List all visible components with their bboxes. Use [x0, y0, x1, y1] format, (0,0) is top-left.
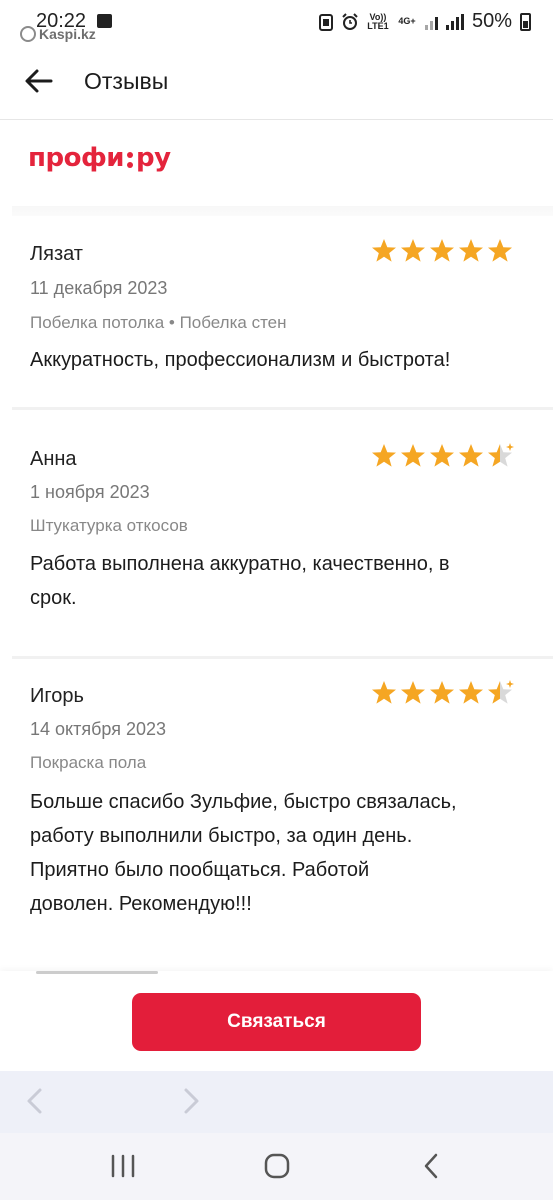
review-author: Лязат	[30, 243, 83, 265]
alarm-icon	[342, 12, 358, 30]
chevron-left-icon	[27, 1088, 42, 1114]
review-author: Игорь	[30, 685, 84, 707]
signal-icon-2	[445, 13, 464, 30]
review-item: Игорь 14 октября 2023 Покраска пола Боль…	[0, 663, 553, 963]
review-date: 11 декабря 2023	[30, 278, 168, 298]
recent-apps-icon	[111, 1154, 135, 1178]
home-button[interactable]	[259, 1151, 295, 1181]
watermark: Kaspi.kz	[20, 26, 96, 42]
review-author: Анна	[30, 448, 77, 470]
system-navigation-bar	[0, 1133, 553, 1200]
app-header: Отзывы	[0, 46, 553, 120]
review-text-line: доволен. Рекомендую!!!	[30, 893, 252, 915]
next-review-peek	[36, 971, 158, 974]
review-item: Лязат 11 декабря 2023 Побелка потолка • …	[0, 221, 553, 391]
review-text-line: Больше спасибо Зульфие, быстро связалась…	[30, 791, 457, 813]
review-divider	[12, 407, 553, 410]
status-indicators: Vo)) LTE1 4G+ 50%	[318, 10, 531, 33]
review-text-line: срок.	[30, 587, 77, 609]
star-full-icon	[430, 444, 454, 467]
star-full-icon	[488, 239, 512, 262]
review-text-line: Приятно было пообщаться. Работой	[30, 859, 370, 881]
star-full-icon	[401, 239, 425, 262]
rating-stars	[370, 442, 515, 470]
star-full-icon	[372, 444, 396, 467]
star-full-icon	[459, 444, 483, 467]
review-divider	[12, 656, 553, 659]
signal-icon	[424, 14, 438, 30]
star-full-icon	[459, 239, 483, 262]
battery-percent: 50%	[471, 10, 512, 32]
rating-stars	[370, 679, 515, 707]
bottom-action-bar: Связаться	[0, 971, 553, 1071]
page-title: Отзывы	[84, 68, 169, 94]
review-text-line: Работа выполнена аккуратно, качественно,…	[30, 553, 450, 575]
gallery-notification-icon	[97, 14, 112, 28]
review-services: Побелка потолка • Побелка стен	[30, 313, 287, 332]
kaspi-logo-icon	[20, 26, 36, 42]
section-divider	[12, 206, 553, 216]
network-type-indicator: 4G+	[398, 16, 416, 26]
volte-indicator: Vo)) LTE1	[367, 11, 389, 31]
review-services: Покраска пола	[30, 753, 147, 772]
review-date: 14 октября 2023	[30, 719, 167, 739]
battery-icon	[520, 12, 531, 31]
star-full-icon	[459, 681, 483, 704]
star-full-icon	[372, 239, 396, 262]
watermark-text: Kaspi.kz	[39, 26, 96, 42]
star-full-icon	[430, 239, 454, 262]
review-item: Анна 1 ноября 2023 Штукатурка откосов Ра…	[0, 426, 553, 636]
star-half-icon	[488, 443, 514, 467]
chevron-right-icon	[184, 1088, 199, 1114]
browser-back-button[interactable]	[20, 1085, 52, 1117]
status-bar: 20:22 Kaspi.kz Vo)) LTE1 4G+ 50%	[0, 0, 553, 46]
home-icon	[264, 1153, 290, 1179]
rating-stars	[370, 237, 515, 265]
review-text: Работа выполнена аккуратно, качественно,…	[30, 547, 530, 615]
logo-text-left: профи	[28, 143, 124, 173]
star-full-icon	[401, 444, 425, 467]
profi-logo: профи ру	[28, 143, 171, 173]
logo-text-right: ру	[135, 143, 171, 173]
contact-button[interactable]: Связаться	[132, 993, 421, 1051]
star-full-icon	[401, 681, 425, 704]
review-text: Больше спасибо Зульфие, быстро связалась…	[30, 785, 530, 921]
star-full-icon	[430, 681, 454, 704]
review-text: Аккуратность, профессионализм и быстрота…	[30, 343, 530, 377]
star-full-icon	[372, 681, 396, 704]
browser-navigation	[0, 1071, 553, 1133]
review-services: Штукатурка откосов	[30, 516, 188, 535]
browser-forward-button[interactable]	[174, 1085, 206, 1117]
back-icon	[424, 1153, 438, 1179]
star-half-icon	[488, 680, 514, 704]
reviews-content[interactable]: профи ру Лязат 11 декабря 2023 Побелка по…	[0, 121, 553, 971]
review-date: 1 ноября 2023	[30, 482, 150, 502]
recent-apps-button[interactable]	[105, 1151, 141, 1181]
arrow-left-icon	[25, 69, 53, 93]
logo-dots-icon	[125, 152, 135, 168]
notification-icon	[318, 13, 333, 31]
system-back-button[interactable]	[414, 1151, 450, 1181]
review-text-line: работу выполнили быстро, за один день.	[30, 825, 413, 847]
back-button[interactable]	[22, 64, 56, 98]
review-text-line: Аккуратность, профессионализм и быстрота…	[30, 349, 451, 371]
